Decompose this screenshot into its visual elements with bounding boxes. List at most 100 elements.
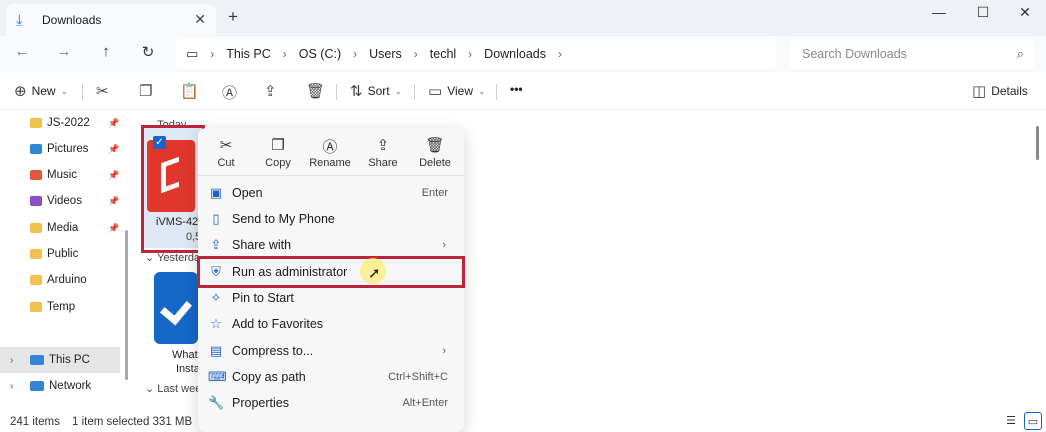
sidebar-item-music[interactable]: Music 📌	[0, 162, 124, 188]
refresh-button[interactable]: ↻	[136, 43, 160, 61]
properties-icon: 🔧	[208, 395, 225, 410]
tab-downloads[interactable]: ⤓ Downloads ✕	[6, 4, 216, 36]
minimize-button[interactable]: —	[924, 4, 954, 20]
sidebar-item-public[interactable]: Public	[0, 241, 124, 267]
menu-item-label: Copy as path	[232, 370, 306, 384]
menu-item-label: Open	[232, 186, 263, 200]
menu-item-pin-to-start[interactable]: ✧ Pin to Start	[200, 285, 462, 311]
chevron-right-icon: ›	[353, 47, 358, 61]
search-input[interactable]: Search Downloads ⌕	[790, 39, 1034, 69]
breadcrumb-techl[interactable]: techl	[430, 47, 456, 61]
rename-button[interactable]: Ⓐ	[222, 82, 242, 103]
sidebar-item-label: Arduino	[47, 274, 87, 286]
command-bar: ⊕ New ⌄ ✂ ❐ 📋 Ⓐ ⇪ 🗑 ⇅ Sort ⌄ ▭ View ⌄ ••…	[0, 72, 1046, 110]
new-tab-button[interactable]: +	[228, 7, 238, 27]
breadcrumb-users[interactable]: Users	[369, 47, 402, 61]
menu-item-label: Properties	[232, 396, 289, 410]
compress-icon: ▤	[209, 343, 223, 358]
pictures-icon	[30, 144, 42, 154]
quick-label: Copy	[265, 157, 291, 169]
breadcrumb-os-c[interactable]: OS (C:)	[299, 47, 341, 61]
menu-item-share-with[interactable]: ⇪ Share with ›	[200, 232, 462, 258]
share-icon: ⇪	[376, 137, 390, 154]
address-bar[interactable]: ▭ › This PC › OS (C:) › Users › techl › …	[176, 39, 776, 69]
menu-item-properties[interactable]: 🔧 Properties Alt+Enter	[200, 390, 462, 416]
sort-label: Sort	[367, 84, 390, 98]
menu-item-shortcut: Alt+Enter	[402, 397, 448, 409]
sidebar-item-media[interactable]: Media 📌	[0, 215, 124, 241]
menu-item-open[interactable]: ▣ Open Enter	[200, 180, 462, 206]
share-icon: ⇪	[264, 83, 277, 100]
menu-item-label: Run as administrator	[232, 265, 348, 279]
menu-item-send-to-phone[interactable]: ▯ Send to My Phone	[200, 206, 462, 232]
folder-icon	[30, 223, 42, 233]
rename-icon: Ⓐ	[222, 85, 238, 102]
cut-button[interactable]: ✂	[96, 82, 114, 100]
up-button[interactable]: ↑	[94, 43, 118, 60]
close-button[interactable]: ✕	[1010, 4, 1040, 21]
tab-close-button[interactable]: ✕	[194, 11, 206, 28]
group-header-last-week[interactable]: ⌄ Last wee	[145, 382, 201, 395]
context-rename-button[interactable]: Ⓐ Rename	[303, 136, 357, 169]
quick-label: Share	[368, 157, 398, 169]
sidebar-item-pictures[interactable]: Pictures 📌	[0, 136, 124, 162]
sidebar-item-label: Media	[47, 222, 79, 234]
sidebar-item-this-pc[interactable]: › This PC	[0, 347, 120, 373]
sidebar-item-videos[interactable]: Videos 📌	[0, 188, 124, 214]
rename-icon: Ⓐ	[322, 139, 338, 156]
chevron-right-icon: ›	[10, 380, 14, 392]
menu-item-copy-as-path[interactable]: ⌨ Copy as path Ctrl+Shift+C	[200, 364, 462, 390]
copy-button[interactable]: ❐	[139, 82, 157, 100]
selection-info: 1 item selected 331 MB	[72, 416, 193, 428]
more-options-button[interactable]: •••	[510, 82, 523, 96]
sidebar-item-arduino[interactable]: Arduino	[0, 267, 124, 293]
context-share-button[interactable]: ⇪ Share	[356, 136, 410, 169]
folder-icon	[30, 302, 42, 312]
menu-item-add-to-favorites[interactable]: ☆ Add to Favorites	[200, 311, 462, 337]
menu-item-label: Share with	[232, 238, 292, 252]
forward-button[interactable]: →	[52, 43, 76, 60]
sidebar-scrollbar[interactable]	[125, 230, 128, 380]
item-count: 241 items	[10, 416, 60, 428]
sidebar-item-network[interactable]: › Network	[0, 373, 124, 399]
paste-button[interactable]: 📋	[180, 82, 204, 100]
chevron-down-icon: ⌄	[394, 85, 403, 96]
sidebar-item-label: Videos	[47, 195, 82, 207]
content-scrollbar[interactable]	[1036, 126, 1039, 160]
sort-icon: ⇅	[350, 83, 363, 100]
chevron-right-icon: ›	[10, 354, 14, 366]
chevron-right-icon: ›	[468, 47, 473, 61]
group-header-yesterday[interactable]: ⌄ Yesterda	[145, 251, 200, 264]
delete-button[interactable]: 🗑	[306, 82, 330, 100]
chevron-right-icon: ›	[442, 345, 446, 357]
sidebar-item-js-2022[interactable]: JS-2022 📌	[0, 110, 124, 136]
menu-item-compress-to[interactable]: ▤ Compress to... ›	[200, 338, 462, 364]
sidebar-item-temp[interactable]: Temp	[0, 294, 124, 320]
context-delete-button[interactable]: 🗑 Delete	[408, 136, 462, 169]
maximize-button[interactable]: ☐	[968, 4, 998, 21]
pin-icon: 📌	[108, 195, 120, 206]
context-cut-button[interactable]: ✂ Cut	[199, 136, 253, 169]
navigation-pane: JS-2022 📌 Pictures 📌 Music 📌 Videos 📌 Me…	[0, 110, 124, 410]
context-quick-actions: ✂ Cut ❐ Copy Ⓐ Rename ⇪ Share 🗑 Delete	[198, 128, 464, 176]
share-button[interactable]: ⇪	[264, 82, 282, 100]
breadcrumb-this-pc[interactable]: This PC	[226, 47, 270, 61]
paste-icon: 📋	[180, 83, 199, 100]
view-button[interactable]: ▭ View ⌄	[428, 82, 486, 100]
folder-icon	[30, 118, 42, 128]
chevron-right-icon: ›	[210, 47, 215, 61]
context-copy-button[interactable]: ❐ Copy	[251, 136, 305, 169]
details-view-button[interactable]: ☰	[1002, 412, 1020, 430]
sort-button[interactable]: ⇅ Sort ⌄	[350, 82, 402, 100]
new-button[interactable]: ⊕ New ⌄	[14, 82, 68, 100]
details-button[interactable]: ◫ Details	[972, 82, 1028, 100]
divider	[336, 84, 337, 100]
installer-app-icon[interactable]	[154, 272, 198, 344]
menu-item-run-as-administrator[interactable]: ⛨ Run as administrator	[197, 256, 465, 288]
tiles-view-button[interactable]: ▭	[1024, 412, 1042, 430]
breadcrumb-downloads[interactable]: Downloads	[484, 47, 546, 61]
network-icon	[30, 381, 44, 391]
highlight-frame	[141, 125, 205, 253]
details-label: Details	[991, 84, 1028, 98]
back-button[interactable]: ←	[10, 43, 34, 60]
